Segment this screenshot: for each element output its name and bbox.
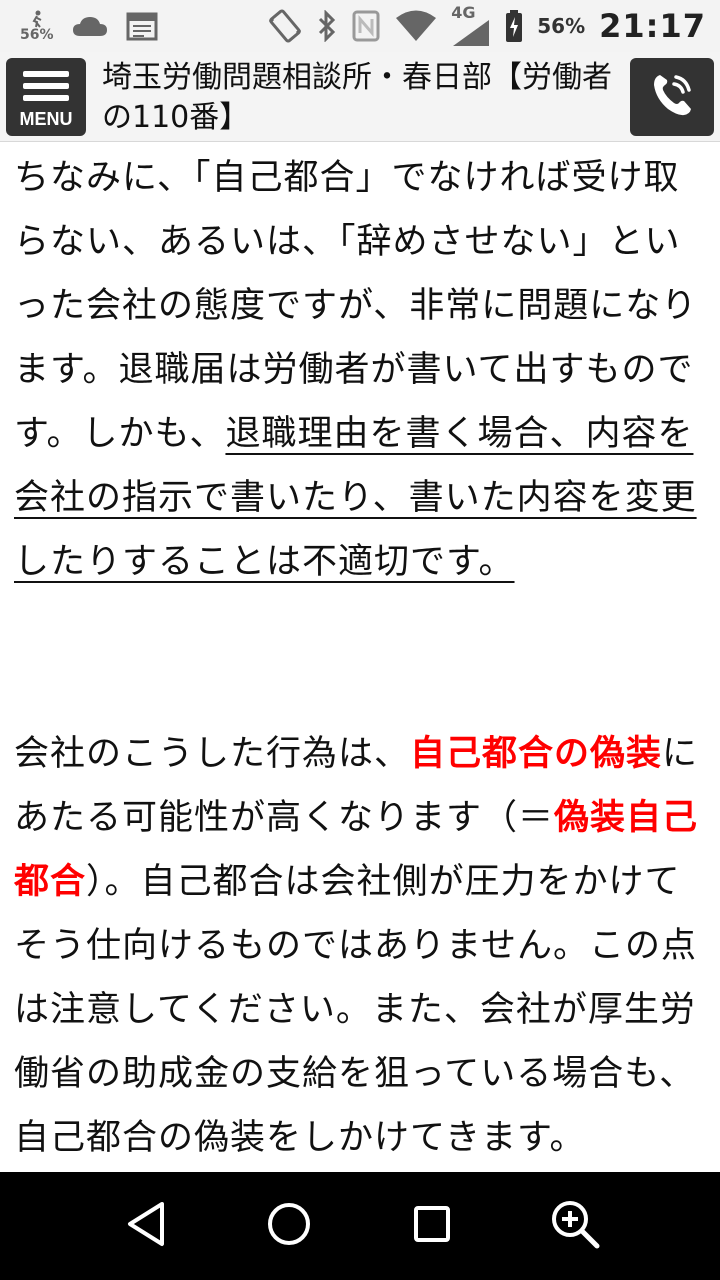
walking-icon: 56% — [20, 10, 54, 42]
recents-button[interactable] — [392, 1186, 472, 1266]
cloud-icon — [72, 15, 108, 37]
battery-icon — [505, 9, 523, 43]
site-title[interactable]: 埼玉労働問題相談所・春日部【労働者の110番】 — [102, 58, 622, 138]
paragraph-2-text-a: 会社のこうした行為は、 — [14, 734, 411, 774]
phone-icon — [646, 69, 698, 125]
home-icon — [266, 1201, 312, 1251]
status-bar: 56% 4G 56% 21:17 — [0, 0, 720, 52]
activity-percent: 56% — [20, 27, 54, 43]
call-button[interactable] — [630, 58, 714, 136]
vibrate-icon — [267, 8, 303, 44]
wifi-icon — [395, 9, 437, 43]
zoom-in-icon — [549, 1198, 601, 1254]
paragraph-1-text: ちなみに、「自己都合」でなければ受け取らない、あるいは、「辞めさせない」といった… — [14, 158, 698, 454]
battery-percent: 56% — [537, 14, 586, 38]
highlight-fake-resignation: 自己都合の偽装 — [410, 734, 663, 774]
menu-label: MENU — [19, 108, 73, 129]
calendar-icon — [126, 11, 158, 41]
zoom-button[interactable] — [535, 1186, 615, 1266]
article-paragraph-1: ちなみに、「自己都合」でなければ受け取らない、あるいは、「辞めさせない」といった… — [14, 146, 706, 594]
status-bar-right: 4G 56% 21:17 — [267, 4, 706, 48]
navigation-bar — [0, 1172, 720, 1280]
clock-time: 21:17 — [599, 7, 706, 45]
recents-icon — [412, 1204, 452, 1248]
status-bar-left: 56% — [20, 6, 158, 46]
back-icon — [124, 1200, 168, 1252]
signal-icon: 4G — [451, 3, 491, 46]
nfc-icon — [351, 9, 381, 43]
menu-button[interactable]: MENU — [6, 58, 86, 136]
site-header: MENU 埼玉労働問題相談所・春日部【労働者の110番】 — [0, 52, 720, 142]
paragraph-2-text-c: ）。自己都合は会社側が圧力をかけてそう仕向けるものではありません。この点は注意し… — [14, 862, 697, 1158]
back-button[interactable] — [106, 1186, 186, 1266]
network-type: 4G — [451, 3, 476, 22]
bluetooth-icon — [317, 10, 337, 42]
hamburger-icon — [23, 65, 69, 107]
home-button[interactable] — [249, 1186, 329, 1266]
article-paragraph-2: 会社のこうした行為は、自己都合の偽装にあたる可能性が高くなります（＝偽装自己都合… — [14, 722, 706, 1170]
article-content: ちなみに、「自己都合」でなければ受け取らない、あるいは、「辞めさせない」といった… — [14, 146, 706, 1172]
